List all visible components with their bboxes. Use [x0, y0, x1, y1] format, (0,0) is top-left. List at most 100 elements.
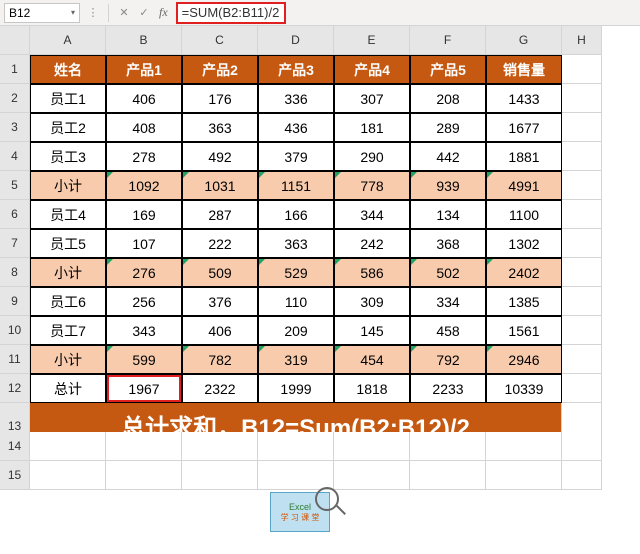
data-cell[interactable]: 145: [334, 316, 410, 345]
row-label[interactable]: 员工4: [30, 200, 106, 229]
row-header-6[interactable]: 6: [0, 200, 30, 229]
data-cell[interactable]: 307: [334, 84, 410, 113]
empty-cell[interactable]: [562, 432, 602, 461]
empty-cell[interactable]: [334, 432, 410, 461]
data-cell[interactable]: 309: [334, 287, 410, 316]
empty-cell[interactable]: [562, 461, 602, 490]
data-cell[interactable]: 939: [410, 171, 486, 200]
row-header-15[interactable]: 15: [0, 461, 30, 490]
row-label[interactable]: 小计: [30, 258, 106, 287]
data-cell[interactable]: 1092: [106, 171, 182, 200]
data-cell[interactable]: 1818: [334, 374, 410, 403]
data-cell[interactable]: 10339: [486, 374, 562, 403]
row-label[interactable]: 员工7: [30, 316, 106, 345]
column-header-F[interactable]: F: [410, 26, 486, 55]
data-cell[interactable]: 290: [334, 142, 410, 171]
empty-cell[interactable]: [30, 461, 106, 490]
cell-H2[interactable]: [562, 84, 602, 113]
data-cell[interactable]: 406: [106, 84, 182, 113]
empty-cell[interactable]: [410, 461, 486, 490]
formula-input[interactable]: =SUM(B2:B11)/2: [176, 2, 286, 24]
row-label[interactable]: 员工2: [30, 113, 106, 142]
data-cell[interactable]: 379: [258, 142, 334, 171]
data-cell[interactable]: 276: [106, 258, 182, 287]
row-header-14[interactable]: 14: [0, 432, 30, 461]
row-header-10[interactable]: 10: [0, 316, 30, 345]
data-cell[interactable]: 1031: [182, 171, 258, 200]
data-cell[interactable]: 4991: [486, 171, 562, 200]
row-label[interactable]: 员工5: [30, 229, 106, 258]
data-cell[interactable]: 1433: [486, 84, 562, 113]
data-cell[interactable]: 1999: [258, 374, 334, 403]
data-cell[interactable]: 166: [258, 200, 334, 229]
data-cell[interactable]: 599: [106, 345, 182, 374]
select-all-corner[interactable]: [0, 26, 30, 55]
data-cell[interactable]: 336: [258, 84, 334, 113]
data-cell[interactable]: 256: [106, 287, 182, 316]
data-cell[interactable]: 169: [106, 200, 182, 229]
empty-cell[interactable]: [106, 461, 182, 490]
row-header-8[interactable]: 8: [0, 258, 30, 287]
data-cell[interactable]: 287: [182, 200, 258, 229]
row-header-11[interactable]: 11: [0, 345, 30, 374]
empty-cell[interactable]: [334, 461, 410, 490]
empty-cell[interactable]: [106, 432, 182, 461]
row-header-4[interactable]: 4: [0, 142, 30, 171]
empty-cell[interactable]: [258, 461, 334, 490]
data-cell[interactable]: 242: [334, 229, 410, 258]
confirm-icon[interactable]: ✓: [137, 6, 151, 20]
data-cell[interactable]: 1151: [258, 171, 334, 200]
row-header-5[interactable]: 5: [0, 171, 30, 200]
empty-cell[interactable]: [258, 432, 334, 461]
cell-H4[interactable]: [562, 142, 602, 171]
data-cell[interactable]: 492: [182, 142, 258, 171]
cell-H6[interactable]: [562, 200, 602, 229]
data-cell[interactable]: 408: [106, 113, 182, 142]
data-cell[interactable]: 1385: [486, 287, 562, 316]
data-cell[interactable]: 458: [410, 316, 486, 345]
data-cell[interactable]: 334: [410, 287, 486, 316]
row-label[interactable]: 员工6: [30, 287, 106, 316]
empty-cell[interactable]: [182, 432, 258, 461]
data-cell[interactable]: 406: [182, 316, 258, 345]
fx-icon[interactable]: fx: [159, 5, 168, 20]
data-cell[interactable]: 436: [258, 113, 334, 142]
data-cell[interactable]: 368: [410, 229, 486, 258]
data-cell[interactable]: 209: [258, 316, 334, 345]
data-cell[interactable]: 1677: [486, 113, 562, 142]
data-cell[interactable]: 110: [258, 287, 334, 316]
row-header-7[interactable]: 7: [0, 229, 30, 258]
data-cell[interactable]: 1561: [486, 316, 562, 345]
cell-H9[interactable]: [562, 287, 602, 316]
data-cell[interactable]: 529: [258, 258, 334, 287]
column-header-G[interactable]: G: [486, 26, 562, 55]
data-cell[interactable]: 1100: [486, 200, 562, 229]
data-cell[interactable]: 792: [410, 345, 486, 374]
cell-H5[interactable]: [562, 171, 602, 200]
cancel-icon[interactable]: ✕: [117, 6, 131, 20]
data-cell[interactable]: 319: [258, 345, 334, 374]
data-cell[interactable]: 1967: [106, 374, 182, 403]
data-cell[interactable]: 343: [106, 316, 182, 345]
empty-cell[interactable]: [486, 461, 562, 490]
empty-cell[interactable]: [30, 432, 106, 461]
empty-cell[interactable]: [410, 432, 486, 461]
cell-H3[interactable]: [562, 113, 602, 142]
row-label[interactable]: 员工3: [30, 142, 106, 171]
dropdown-icon[interactable]: ⋮: [86, 6, 100, 20]
data-cell[interactable]: 502: [410, 258, 486, 287]
column-header-B[interactable]: B: [106, 26, 182, 55]
data-cell[interactable]: 778: [334, 171, 410, 200]
data-cell[interactable]: 134: [410, 200, 486, 229]
data-cell[interactable]: 176: [182, 84, 258, 113]
data-cell[interactable]: 2233: [410, 374, 486, 403]
data-cell[interactable]: 107: [106, 229, 182, 258]
cell-H8[interactable]: [562, 258, 602, 287]
data-cell[interactable]: 363: [182, 113, 258, 142]
column-header-A[interactable]: A: [30, 26, 106, 55]
row-header-12[interactable]: 12: [0, 374, 30, 403]
cell-H10[interactable]: [562, 316, 602, 345]
data-cell[interactable]: 344: [334, 200, 410, 229]
empty-cell[interactable]: [182, 461, 258, 490]
cell-H7[interactable]: [562, 229, 602, 258]
